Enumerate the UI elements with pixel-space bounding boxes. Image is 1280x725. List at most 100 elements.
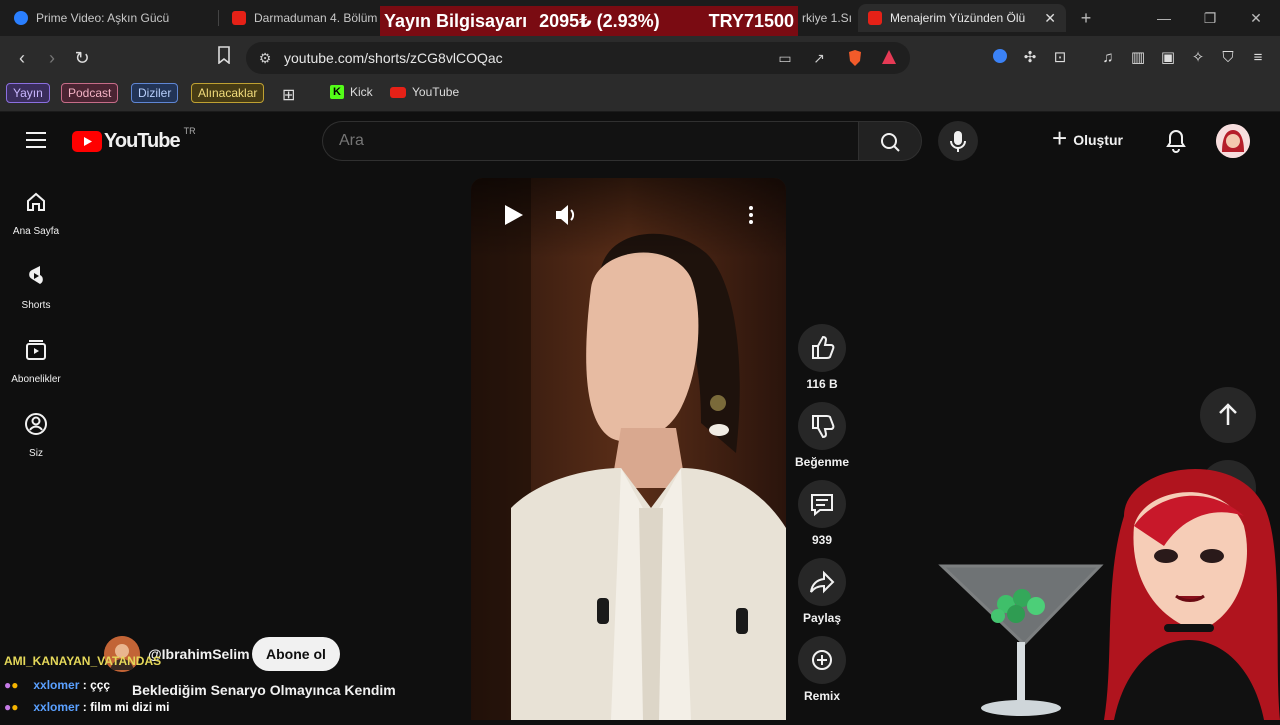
share-button[interactable] — [798, 558, 846, 606]
remix-icon — [812, 650, 832, 670]
bookmark-youtube[interactable]: YouTube — [390, 85, 459, 99]
back-icon[interactable]: ‹ — [10, 46, 34, 70]
minimize-icon[interactable]: — — [1154, 8, 1174, 28]
create-button[interactable]: + Oluştur — [1052, 122, 1123, 158]
reload-icon[interactable]: ↻ — [70, 46, 94, 70]
tab-turkiye[interactable]: rkiye 1.Sı — [798, 4, 852, 32]
tab-menajerim-active[interactable]: Menajerim Yüzünden Ölü ✕ — [858, 4, 1066, 32]
subscribe-button[interactable]: Abone ol — [252, 637, 340, 671]
sidebar-item-home[interactable]: Ana Sayfa — [0, 188, 72, 258]
apps-grid-icon[interactable]: ⊞ — [282, 85, 295, 105]
vpn-icon[interactable]: ⛉ — [1218, 48, 1238, 68]
comment-count: 939 — [811, 533, 833, 547]
short-title[interactable]: Beklediğim Senaryo Olmayınca Kendim — [132, 682, 396, 698]
more-options-icon[interactable] — [741, 200, 761, 230]
previous-short-button[interactable] — [1200, 387, 1256, 443]
create-label: Oluştur — [1073, 132, 1123, 148]
bookmark-label: YouTube — [412, 85, 460, 99]
comments-button[interactable] — [798, 480, 846, 528]
youtube-favicon-icon — [868, 11, 882, 25]
search-input[interactable] — [339, 132, 819, 150]
martini-glass-icon — [936, 558, 1106, 720]
thumbs-down-icon — [812, 415, 835, 439]
site-settings-icon[interactable]: ⚙ — [256, 49, 274, 67]
bookmark-icon[interactable] — [212, 46, 236, 70]
chat-message: AMI_KANAYAN_VATANDAS — [4, 654, 161, 668]
share-page-icon[interactable]: ↗ — [810, 49, 828, 67]
youtube-header: YouTube TR + Oluştur — [0, 112, 1280, 170]
home-icon — [27, 192, 45, 211]
tab-darmaduman[interactable]: Darmaduman 4. Bölüm — [222, 4, 382, 32]
video-frame-image — [471, 178, 786, 720]
arrow-up-icon — [1219, 403, 1237, 425]
brave-shield-icon[interactable] — [846, 49, 864, 67]
sidebar-item-label: Siz — [29, 448, 43, 459]
extensions-puzzle-icon[interactable]: ✣ — [1020, 48, 1040, 68]
chat-username: xxlomer — [33, 700, 80, 714]
notifications-bell-icon[interactable] — [1164, 128, 1188, 159]
bookmark-label: Kick — [350, 85, 373, 99]
channel-handle[interactable]: @IbrahimSelim — [148, 646, 250, 662]
account-avatar[interactable] — [1216, 124, 1250, 158]
close-window-icon[interactable]: ✕ — [1246, 8, 1266, 28]
bookmarks-bar: Yayın Podcast Diziler Alınacaklar ⊞ K Ki… — [0, 80, 1280, 112]
kick-logo-icon: K — [330, 85, 344, 99]
chat-message: ●● xxlomer : ççç — [4, 678, 111, 692]
youtube-play-logo-icon — [72, 131, 102, 152]
restore-icon[interactable]: ❐ — [1200, 8, 1220, 28]
comment-icon — [811, 494, 833, 517]
search-box[interactable] — [322, 121, 860, 161]
menu-icon[interactable]: ≡ — [1248, 48, 1268, 68]
subscriptions-icon — [26, 340, 46, 360]
sidebar-item-subscriptions[interactable]: Abonelikler — [0, 336, 72, 406]
chat-username: AMI_KANAYAN_VATANDAS — [4, 654, 162, 668]
short-video-player[interactable] — [471, 178, 786, 720]
chat-badges-icon: ●● — [4, 700, 19, 714]
youtube-logo[interactable]: YouTube TR — [72, 126, 196, 153]
new-tab-button[interactable]: + — [1076, 8, 1096, 28]
plus-icon: + — [1052, 123, 1068, 153]
screenshot-icon[interactable]: ⊡ — [1050, 48, 1070, 68]
tab-separator — [218, 10, 219, 26]
music-icon[interactable]: ♫ — [1098, 48, 1118, 68]
dislike-button[interactable] — [798, 402, 846, 450]
volume-icon[interactable] — [551, 200, 581, 230]
region-code: TR — [183, 126, 196, 136]
stream-price-banner: Yayın Bilgisayarı 2095₺ (2.93%) TRY71500 — [380, 6, 798, 36]
play-icon[interactable] — [497, 200, 527, 230]
address-bar[interactable]: ⚙ youtube.com/shorts/zCG8vlCOQac ▭ ↗ — [246, 42, 910, 74]
wallet-icon[interactable]: ▣ — [1158, 48, 1178, 68]
banner-value: 2095₺ (2.93%) — [539, 10, 660, 31]
thumbs-up-icon — [812, 335, 835, 359]
bookmark-folder-diziler[interactable]: Diziler — [131, 83, 179, 103]
brave-rewards-icon[interactable] — [880, 49, 898, 67]
sidebar-item-you[interactable]: Siz — [0, 410, 72, 480]
remix-label: Remix — [803, 689, 841, 703]
voice-search-button[interactable] — [938, 121, 978, 161]
bookmark-kick[interactable]: K Kick — [330, 85, 373, 99]
close-tab-icon[interactable]: ✕ — [1044, 10, 1056, 27]
tab-title: Darmaduman 4. Bölüm — [254, 11, 378, 25]
youtube-favicon-icon — [232, 11, 246, 25]
tab-prime-video[interactable]: Prime Video: Aşkın Gücü — [4, 4, 214, 32]
url-text[interactable]: youtube.com/shorts/zCG8vlCOQac — [284, 50, 503, 66]
remix-button[interactable] — [798, 636, 846, 684]
forward-icon[interactable]: › — [40, 46, 64, 70]
sidebar-item-label: Abonelikler — [11, 374, 61, 385]
leo-ai-icon[interactable]: ✧ — [1188, 48, 1208, 68]
bookmark-folder-alinacaklar[interactable]: Alınacaklar — [191, 83, 265, 103]
bookmark-folder-yayin[interactable]: Yayın — [6, 83, 50, 103]
chat-message: ●● xxlomer : film mi dizi mi — [4, 700, 170, 714]
extension-blue-icon[interactable] — [990, 48, 1010, 68]
youtube-logo-icon — [390, 86, 406, 98]
hamburger-menu-icon[interactable] — [26, 131, 46, 148]
cast-icon[interactable]: ▭ — [776, 49, 794, 67]
share-label: Paylaş — [802, 611, 842, 625]
sidebar-toggle-icon[interactable]: ▥ — [1128, 48, 1148, 68]
bookmark-folder-podcast[interactable]: Podcast — [61, 83, 119, 103]
chat-badges-icon: ●● — [4, 678, 19, 692]
search-button[interactable] — [858, 121, 922, 161]
like-button[interactable] — [798, 324, 846, 372]
sidebar-item-shorts[interactable]: Shorts — [0, 262, 72, 332]
share-icon — [810, 570, 835, 594]
